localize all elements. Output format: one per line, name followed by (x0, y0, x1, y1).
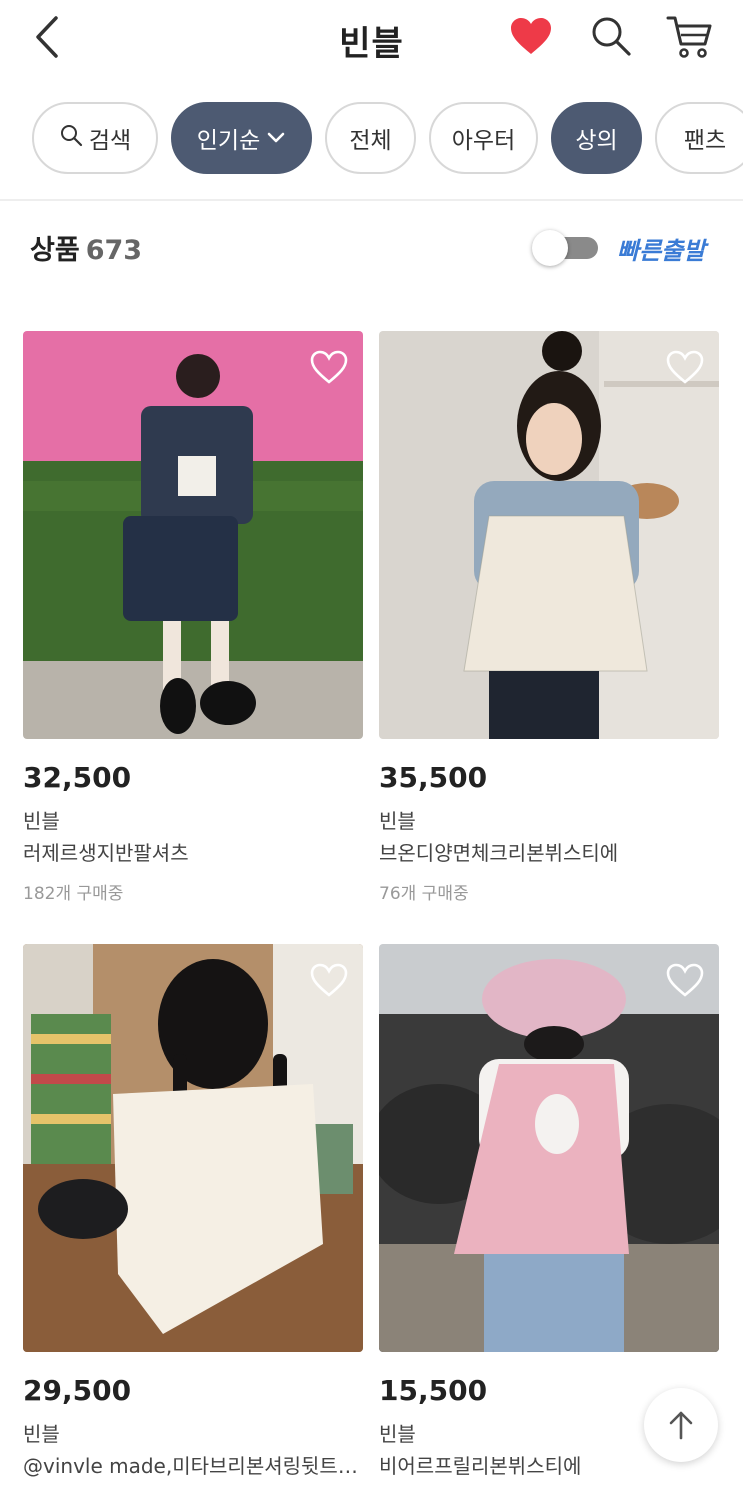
product-image[interactable] (379, 944, 719, 1352)
chip-label: 검색 (88, 128, 132, 154)
product-brand: 빈블 (379, 809, 416, 833)
chip-sort-popular[interactable]: 인기순 (171, 102, 312, 174)
search-icon[interactable] (589, 14, 633, 58)
product-count: 상품 673 (30, 228, 142, 267)
arrow-up-icon (669, 1411, 693, 1440)
buyer-count: 182개 구매중 (23, 884, 124, 904)
chip-label: 상의 (575, 128, 618, 154)
wishlist-heart-icon[interactable] (309, 962, 349, 998)
top-bar: 빈블 (0, 0, 743, 80)
product-count-label: 상품 (30, 235, 80, 266)
product-brand: 빈블 (379, 1422, 416, 1446)
product-image[interactable] (23, 944, 363, 1352)
search-icon (59, 123, 83, 153)
cart-icon[interactable] (664, 12, 714, 60)
divider (0, 199, 743, 201)
product-price: 35,500 (379, 761, 488, 794)
chip-label: 팬츠 (683, 128, 727, 154)
product-image[interactable] (23, 331, 363, 739)
product-price: 29,500 (23, 1374, 132, 1407)
scroll-to-top-button[interactable] (644, 1388, 718, 1462)
chip-pants[interactable]: 팬츠 (655, 102, 743, 174)
product-name[interactable]: 브온디양면체크리본뷔스티에 (379, 837, 719, 866)
product-price: 15,500 (379, 1374, 488, 1407)
product-card[interactable]: 35,500 빈블 브온디양면체크리본뷔스티에 76개 구매중 (379, 331, 719, 904)
product-brand: 빈블 (23, 1422, 60, 1446)
product-brand: 빈블 (23, 809, 60, 833)
chip-all[interactable]: 전체 (325, 102, 416, 174)
product-card[interactable]: 32,500 빈블 러제르생지반팔셔츠 182개 구매중 (23, 331, 363, 904)
wishlist-heart-icon[interactable] (665, 962, 705, 998)
product-count-value: 673 (85, 235, 143, 266)
heart-icon[interactable] (509, 16, 553, 56)
product-image[interactable] (379, 331, 719, 739)
chip-search[interactable]: 검색 (32, 102, 158, 174)
product-card[interactable]: 15,500 빈블 비어르프릴리본뷔스티에 (379, 944, 719, 1478)
buyer-count: 76개 구매중 (379, 884, 469, 904)
product-name[interactable]: 러제르생지반팔셔츠 (23, 837, 363, 866)
chip-label: 전체 (349, 128, 392, 154)
chip-label: 아우터 (451, 128, 516, 154)
wishlist-heart-icon[interactable] (309, 349, 349, 385)
chip-top[interactable]: 상의 (551, 102, 642, 174)
product-price: 32,500 (23, 761, 132, 794)
chip-label: 인기순 (196, 128, 261, 154)
product-name[interactable]: @vinvle made,미타브리본셔링뒷트임블라우스 (23, 1450, 363, 1479)
filter-chips: 검색 인기순 전체 아우터 상의 팬츠 (0, 100, 743, 178)
fast-shipping-label: 빠른출발 (617, 237, 706, 265)
fast-shipping-toggle[interactable] (532, 230, 598, 266)
chevron-down-icon (266, 125, 286, 151)
product-card[interactable]: 29,500 빈블 @vinvle made,미타브리본셔링뒷트임블라우스 (23, 944, 363, 1478)
toggle-knob (532, 230, 568, 266)
chip-outer[interactable]: 아우터 (429, 102, 538, 174)
wishlist-heart-icon[interactable] (665, 349, 705, 385)
